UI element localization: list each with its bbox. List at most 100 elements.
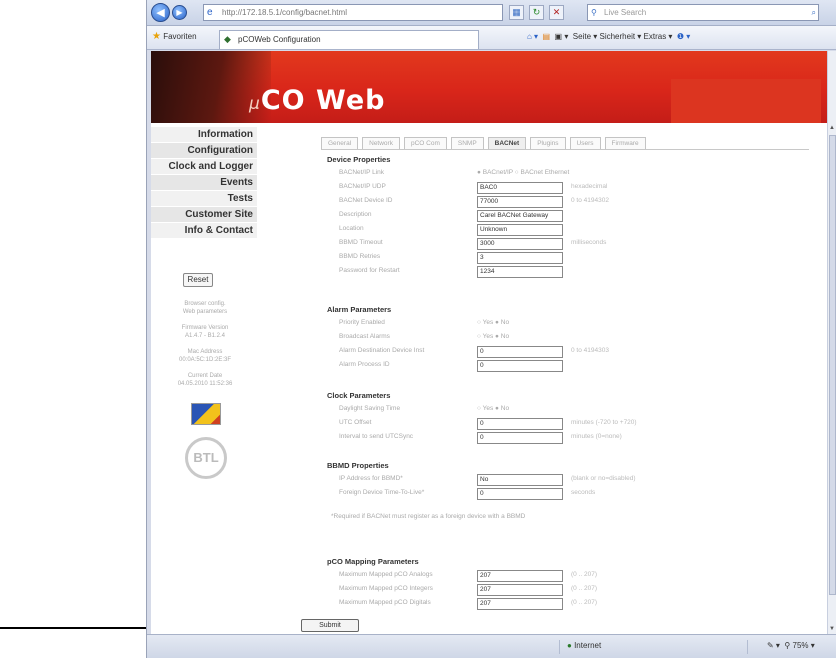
tab-plugins[interactable]: Plugins	[530, 137, 566, 149]
text-field[interactable]: 0	[477, 432, 563, 444]
text-field[interactable]: 0	[477, 360, 563, 372]
form-row: BACNet/IP UDP BAC0 hexadecimal	[327, 182, 807, 195]
sidebar-info-7: Current Date	[187, 373, 223, 379]
text-field[interactable]: 1234	[477, 266, 563, 278]
text-field[interactable]: 207	[477, 570, 563, 582]
form-row: Interval to send UTCSync 0 minutes (0=none…	[327, 432, 807, 445]
text-field[interactable]: Carel BACNet Gateway	[477, 210, 563, 222]
sidebar-item-customer-site[interactable]: Customer Site	[151, 207, 257, 223]
text-field[interactable]: No	[477, 474, 563, 486]
status-bar: ● Internet ✎ ▾ ⚲ 75% ▾	[147, 634, 836, 658]
ie-page-icon: e	[207, 7, 213, 18]
radio-group[interactable]: ● BACnet/IP ○ BACnet Ethernet	[477, 169, 569, 176]
reset-button[interactable]: Reset	[183, 273, 213, 287]
field-hint: (blank or no=disabled)	[571, 475, 636, 482]
globe-icon: ●	[567, 641, 572, 650]
sidebar-item-configuration[interactable]: Configuration	[151, 143, 257, 159]
nav-icon-group: ▦ ↻ ✕	[509, 5, 564, 21]
zoom-control[interactable]: ✎ ▾ ⚲ 75% ▾	[767, 641, 815, 650]
pcoweb-logo: μCO Web	[249, 85, 385, 116]
text-field[interactable]: BAC0	[477, 182, 563, 194]
sidebar-item-information[interactable]: Information	[151, 127, 257, 143]
form-row: Priority Enabled ○ Yes ● No	[327, 318, 807, 331]
form-row: Maximum Mapped pCO Digitals 207 (0 .. 207)	[327, 598, 807, 611]
text-field[interactable]: 0	[477, 488, 563, 500]
section-title-alarm: Alarm Parameters	[327, 305, 392, 314]
field-label: Broadcast Alarms	[339, 333, 390, 340]
text-field[interactable]: 207	[477, 584, 563, 596]
forward-icon[interactable]: ▶	[172, 5, 187, 20]
field-label: BACNet/IP Link	[339, 169, 385, 176]
tab-bacnet[interactable]: BACNet	[487, 137, 527, 149]
print-icon[interactable]: ▣ ▾	[555, 32, 569, 41]
submit-button[interactable]: Submit	[301, 619, 359, 632]
zoom-icon: ⚲	[784, 641, 791, 650]
field-hint: seconds	[571, 489, 596, 496]
help-icon[interactable]: ❶ ▾	[677, 32, 690, 41]
sidebar-info-2: Web parameters	[182, 309, 228, 315]
radio-group[interactable]: ○ Yes ● No	[477, 405, 509, 412]
sidebar: Information Configuration Clock and Logg…	[151, 127, 257, 239]
tab-general[interactable]: General	[321, 137, 359, 149]
sidebar-item-clock-logger[interactable]: Clock and Logger	[151, 159, 257, 175]
text-field[interactable]: 207	[477, 598, 563, 610]
text-field[interactable]: 3000	[477, 238, 563, 250]
back-icon[interactable]: ◀	[151, 3, 170, 22]
scroll-up-icon[interactable]: ▲	[829, 125, 835, 131]
field-label: BBMD Retries	[339, 253, 381, 260]
feeds-icon[interactable]: ▤	[543, 32, 551, 41]
search-input[interactable]: ⚲ Live Search ⌕	[587, 4, 819, 21]
text-field[interactable]: 0	[477, 418, 563, 430]
field-hint: minutes (0=none)	[571, 433, 622, 440]
command-bar[interactable]: ⌂ ▾ ▤ ▣ ▾ Seite ▾ Sicherheit ▾ Extras ▾ …	[527, 32, 690, 41]
tab-page-icon: ◆	[224, 34, 231, 44]
field-label: IP Address for BBMD*	[339, 475, 403, 482]
sidebar-item-tests[interactable]: Tests	[151, 191, 257, 207]
config-tabs: General Network pCO Com SNMP BACNet Plug…	[321, 137, 650, 149]
search-placeholder: Live Search	[604, 8, 647, 17]
status-divider	[559, 640, 560, 654]
sidebar-info-5: Mac Address	[187, 349, 223, 355]
scroll-thumb[interactable]	[829, 135, 836, 595]
sidebar-info-8: 04.05.2010 11:52:36	[177, 381, 233, 387]
stop-icon[interactable]: ✕	[549, 5, 564, 20]
tab-pco-com[interactable]: pCO Com	[403, 137, 447, 149]
header-banner: μCO Web	[151, 51, 827, 123]
tab-title: pCOWeb Configuration	[238, 35, 321, 44]
vertical-scrollbar[interactable]: ▲ ▼	[827, 51, 836, 634]
tab-snmp[interactable]: SNMP	[450, 137, 484, 149]
search-icon: ⚲	[591, 8, 597, 17]
form-row: IP Address for BBMD* No (blank or no=disab…	[327, 474, 807, 487]
text-field[interactable]: 0	[477, 346, 563, 358]
radio-group[interactable]: ○ Yes ● No	[477, 319, 509, 326]
command-bar-menus[interactable]: Seite ▾ Sicherheit ▾ Extras ▾	[573, 32, 673, 41]
home-icon[interactable]: ⌂ ▾	[527, 32, 538, 41]
text-field[interactable]: 3	[477, 252, 563, 264]
favorites-button[interactable]: ★ Favoriten	[152, 31, 197, 42]
security-zone[interactable]: ● Internet	[567, 641, 601, 650]
browser-tab[interactable]: ◆ pCOWeb Configuration	[219, 30, 479, 49]
field-hint: (0 .. 207)	[571, 599, 598, 606]
text-field[interactable]: 77000	[477, 196, 563, 208]
form-row: Description Carel BACNet Gateway	[327, 210, 807, 223]
field-label: Alarm Process ID	[339, 361, 390, 368]
tab-firmware[interactable]: Firmware	[604, 137, 646, 149]
tab-network[interactable]: Network	[362, 137, 400, 149]
field-label: Maximum Mapped pCO Analogs	[339, 571, 433, 578]
radio-group[interactable]: ○ Yes ● No	[477, 333, 509, 340]
zoom-level: 75%	[792, 641, 809, 650]
compatibility-icon[interactable]: ▦	[509, 5, 524, 20]
form-row: UTC Offset 0 minutes (-720 to +720)	[327, 418, 807, 431]
text-field[interactable]: Unknown	[477, 224, 563, 236]
search-go-icon[interactable]: ⌕	[812, 5, 816, 20]
scroll-down-icon[interactable]: ▼	[829, 626, 835, 632]
sidebar-item-events[interactable]: Events	[151, 175, 257, 191]
address-bar[interactable]: e http://172.18.5.1/config/bacnet.html	[203, 4, 503, 21]
field-label: UTC Offset	[339, 419, 372, 426]
refresh-icon[interactable]: ↻	[529, 5, 544, 20]
tab-users[interactable]: Users	[569, 137, 601, 149]
navigation-bar: ◀ ▶ e http://172.18.5.1/config/bacnet.ht…	[147, 0, 836, 26]
favorites-label: Favoriten	[163, 32, 197, 41]
sidebar-info-1: Browser config.	[184, 301, 226, 307]
sidebar-item-info-contact[interactable]: Info & Contact	[151, 223, 257, 239]
